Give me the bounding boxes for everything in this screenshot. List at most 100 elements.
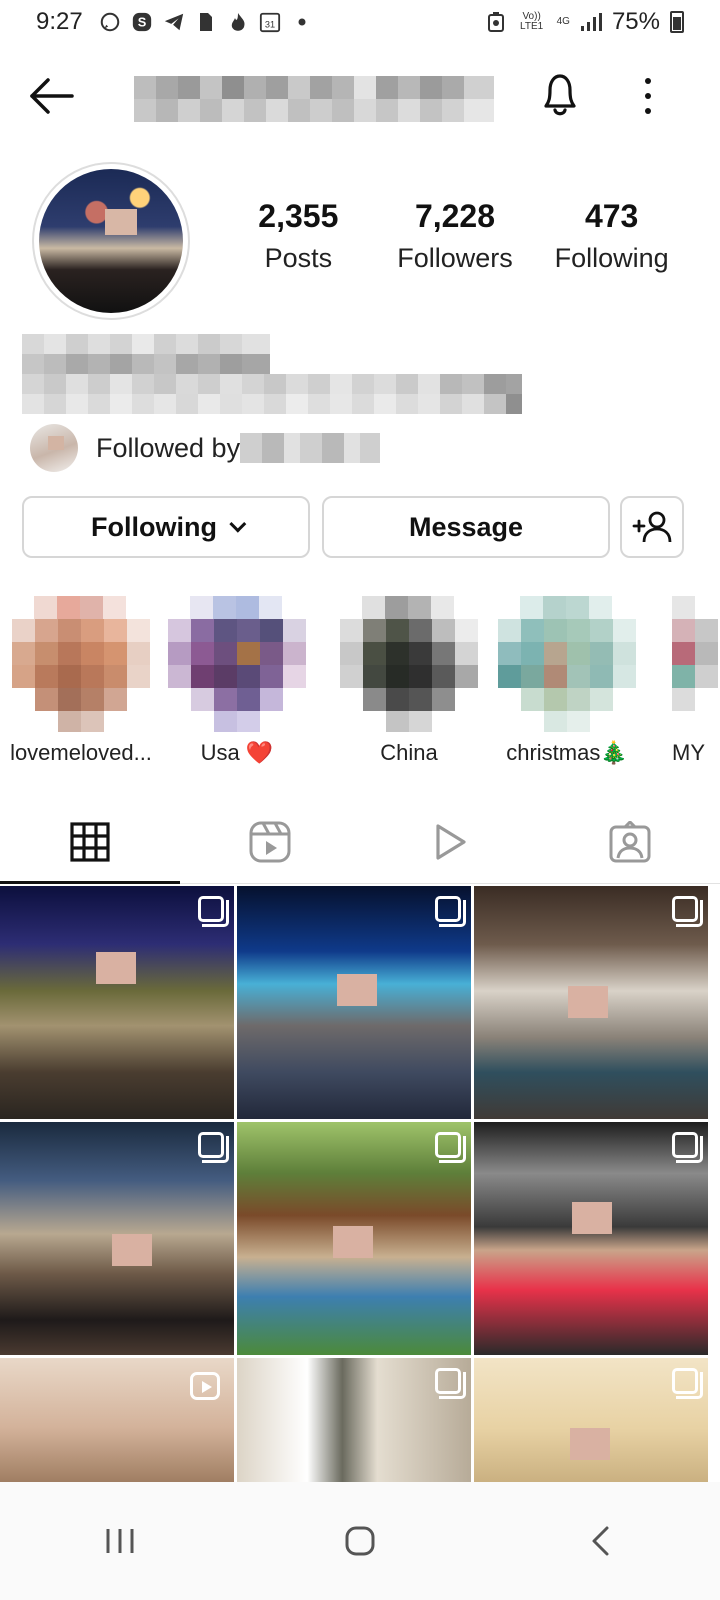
post-thumbnail[interactable] [474,1358,708,1482]
chevron-down-icon [229,515,247,533]
reel-badge-icon [190,1372,220,1400]
system-back-button[interactable] [560,1511,640,1571]
following-count: 473 [584,198,639,234]
whatsapp-icon [99,11,121,33]
highlight-label: MY [672,740,705,765]
signal-icon [580,11,602,33]
tab-videos[interactable] [360,800,540,883]
network-type: 4G [556,16,570,27]
highlight-thumbnail [12,596,150,732]
home-button[interactable] [320,1511,400,1571]
recents-icon [106,1529,134,1553]
highlight-label: China [380,740,438,765]
followed-by-text: Followed by [96,432,241,463]
add-user-icon [632,511,672,543]
tagged-person-icon [609,820,651,862]
story-highlights: lovemeloved... Usa ❤️ China christmas🎄 M… [0,596,720,776]
profile-tabs [0,800,720,884]
following-button-label: Following [91,511,217,542]
post-thumbnail[interactable] [474,886,708,1119]
mutual-follower-redacted [240,433,381,463]
home-icon [345,1526,375,1556]
battery-icon [670,11,684,33]
recents-button[interactable] [80,1511,160,1571]
following-label: Following [554,243,669,273]
highlight-item[interactable]: MY [650,596,720,766]
message-button[interactable]: Message [322,496,610,558]
tab-posts-grid[interactable] [0,800,180,884]
multiple-photos-icon [435,1132,466,1163]
post-thumbnail[interactable] [474,1122,708,1355]
notifications-button[interactable] [538,70,582,118]
highlight-thumbnail [340,596,478,732]
highlight-label: Usa ❤️ [200,740,274,765]
avatar-image [39,169,183,313]
svg-text:S: S [137,15,146,30]
post-thumbnail[interactable] [237,886,471,1119]
highlight-item[interactable]: Usa ❤️ [162,596,312,766]
play-icon [436,823,466,860]
status-time: 9:27 [36,8,83,35]
multiple-photos-icon [198,1132,229,1163]
sim-card-icon [195,11,217,33]
telegram-icon [163,11,185,33]
svg-text:31: 31 [265,20,275,30]
highlight-label: lovemeloved... [10,740,152,765]
status-bar: 9:27 S 31 Vo)) LTE1 4G 75% [0,0,720,44]
skype-icon: S [131,11,153,33]
reels-icon [249,821,291,862]
more-vertical-icon [645,107,651,114]
post-thumbnail[interactable] [0,1122,234,1355]
calendar-icon: 31 [259,11,281,33]
followers-label: Followers [397,243,513,273]
bio-redacted [22,334,522,414]
posts-count: 2,355 [258,198,339,234]
profile-stats: 2,355 Posts 7,228 Followers 473 Followin… [220,198,690,274]
grid-icon [70,821,110,862]
back-chevron-icon [592,1526,609,1556]
system-navigation-bar [0,1482,720,1600]
highlight-label: christmas🎄 [506,740,628,765]
posts-label: Posts [264,243,333,273]
following-stat[interactable]: 473 Following [537,198,687,274]
add-user-button[interactable] [620,496,684,558]
profile-avatar[interactable] [32,162,190,320]
post-thumbnail[interactable] [237,1358,471,1482]
following-button[interactable]: Following [22,496,310,558]
profile-header [0,56,720,136]
highlight-item[interactable]: lovemeloved... [6,596,156,766]
posts-stat[interactable]: 2,355 Posts [223,198,373,274]
highlight-item[interactable]: christmas🎄 [492,596,642,766]
tab-reels[interactable] [180,800,360,883]
tinder-icon [227,11,249,33]
username-redacted [134,76,494,122]
more-options-button[interactable] [630,74,666,118]
highlight-thumbnail [498,596,636,732]
bell-icon [544,74,576,116]
highlight-thumbnail [650,596,720,732]
followed-by-row[interactable]: Followed by [30,424,381,472]
followers-count: 7,228 [414,198,496,234]
back-button[interactable] [28,74,76,118]
multiple-photos-icon [672,1368,703,1399]
battery-percent: 75% [611,8,660,35]
multiple-photos-icon [435,1368,466,1399]
arrow-left-icon [30,78,74,114]
multiple-photos-icon [198,896,229,927]
posts-grid [0,886,720,1482]
post-thumbnail[interactable] [0,886,234,1119]
multiple-photos-icon [672,896,703,927]
followers-stat[interactable]: 7,228 Followers [380,198,530,274]
more-vertical-icon [645,78,651,85]
mutual-follower-avatar [30,424,78,472]
tab-tagged[interactable] [540,800,720,883]
more-vertical-icon [645,92,651,99]
highlight-item[interactable]: China [334,596,484,766]
data-saver-icon [485,11,507,33]
message-button-label: Message [408,511,524,542]
multiple-photos-icon [435,896,466,927]
multiple-photos-icon [672,1132,703,1163]
volte-indicator: Vo)) LTE1 [520,11,544,32]
post-thumbnail[interactable] [0,1358,234,1482]
post-thumbnail[interactable] [237,1122,471,1355]
